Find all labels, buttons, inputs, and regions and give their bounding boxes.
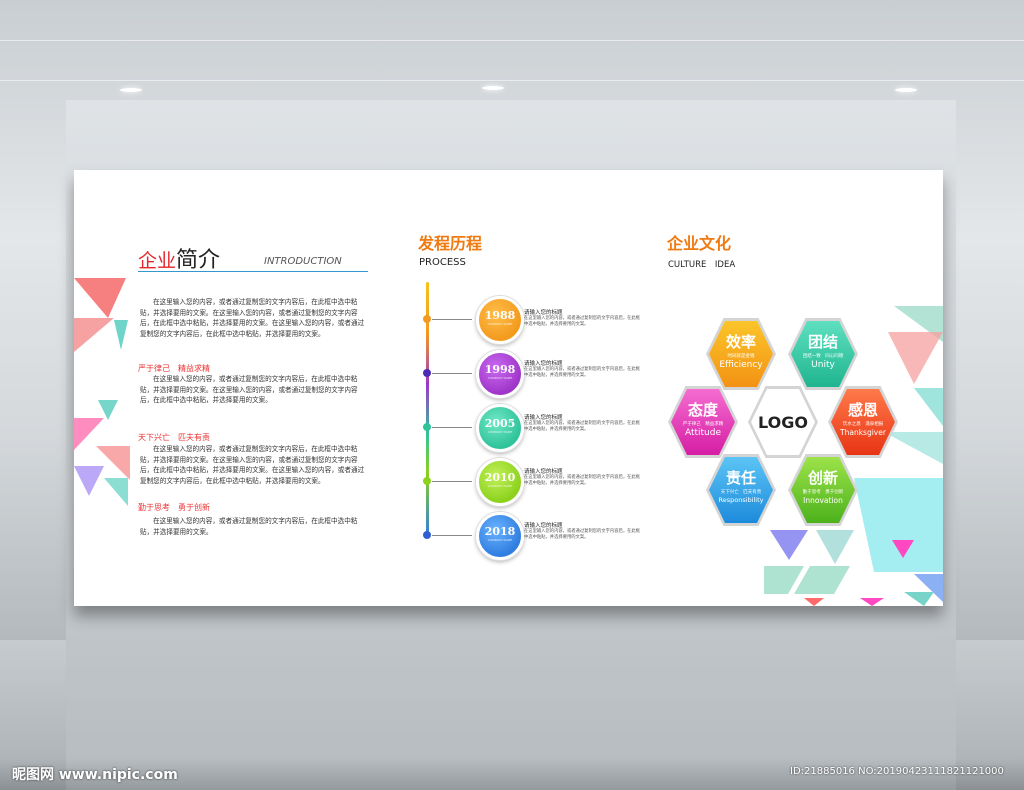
year-subtext: COMPANY NAME bbox=[487, 484, 513, 488]
process-subtitle: PROCESS bbox=[419, 257, 466, 268]
event-text: 在这里输入您的内容，或者通过复制您的文字内容后，在此框中选中粘贴，并选择要用的文… bbox=[524, 316, 641, 328]
year-text: 1998 bbox=[484, 363, 516, 376]
timeline-dot bbox=[423, 477, 431, 485]
value-motto: 时间就是金钱 bbox=[727, 354, 755, 359]
event-text: 在这里输入您的内容，或者通过复制您的文字内容后，在此框中选中粘贴，并选择要用的文… bbox=[524, 421, 641, 433]
ceiling-grid-line bbox=[0, 80, 1024, 81]
value-motto: 团结一致 同心同德 bbox=[802, 354, 844, 359]
timeline-connector bbox=[432, 319, 472, 320]
value-en: Attitude bbox=[684, 428, 722, 438]
year-text: 2005 bbox=[484, 417, 516, 430]
value-en: Responsibility bbox=[718, 496, 764, 504]
year-badge: 2005 COMPANY NAME bbox=[476, 404, 524, 452]
ceiling-light bbox=[482, 86, 504, 90]
intro-paragraph: 在这里输入您的内容，或者通过复制您的文字内容后，在此框中选中粘贴，并选择要用的文… bbox=[140, 445, 365, 486]
intro-motto: 天下兴亡 匹夫有责 bbox=[138, 433, 210, 442]
year-text: 2018 bbox=[484, 525, 516, 538]
intro-title-underline bbox=[138, 271, 368, 272]
value-motto: 严于律己 精益求精 bbox=[682, 422, 724, 427]
year-subtext: COMPANY NAME bbox=[487, 376, 513, 380]
value-en: Thanksgiver bbox=[840, 428, 886, 437]
timeline-dot bbox=[423, 423, 431, 431]
intro-motto: 勤于思考 勇于创新 bbox=[138, 503, 210, 512]
event-text: 在这里输入您的内容，或者通过复制您的文字内容后，在此框中选中粘贴，并选择要用的文… bbox=[524, 475, 641, 487]
value-zh: 感恩 bbox=[847, 401, 878, 419]
value-motto: 天下兴亡 匹夫有责 bbox=[720, 490, 762, 495]
intro-paragraph: 在这里输入您的内容，或者通过复制您的文字内容后，在此框中选中粘贴，并选择要用的文… bbox=[140, 298, 365, 339]
value-zh: 态度 bbox=[687, 401, 718, 419]
intro-title-red: 企业 bbox=[138, 250, 177, 272]
value-en: Efficiency bbox=[719, 360, 763, 370]
year-text: 2010 bbox=[484, 471, 516, 484]
timeline-connector bbox=[432, 481, 472, 482]
intro-paragraph: 在这里输入您的内容，或者通过复制您的文字内容后，在此框中选中粘贴，并选择要用的文… bbox=[140, 375, 358, 405]
year-subtext: COMPANY NAME bbox=[487, 430, 513, 434]
logo-text: LOGO bbox=[758, 413, 808, 432]
event-text: 在这里输入您的内容，或者通过复制您的文字内容后，在此框中选中粘贴，并选择要用的文… bbox=[524, 529, 641, 541]
display-board: 企业简介 INTRODUCTION 在这里输入您的内容，或者通过复制您的文字内容… bbox=[74, 170, 943, 606]
year-subtext: COMPANY NAME bbox=[487, 538, 513, 542]
timeline-connector bbox=[432, 535, 472, 536]
ceiling-light bbox=[895, 88, 917, 92]
value-zh: 团结 bbox=[807, 333, 838, 351]
ceiling-light bbox=[120, 88, 142, 92]
event-title: 请输入您的标题 bbox=[524, 310, 563, 316]
left-triangle-decoration bbox=[74, 278, 130, 506]
year-badge: 2018 COMPANY NAME bbox=[476, 512, 524, 560]
intro-motto: 严于律己 精益求精 bbox=[138, 364, 210, 373]
year-badge: 2010 COMPANY NAME bbox=[476, 458, 524, 506]
value-motto: 饮水之恩 涌泉相报 bbox=[842, 422, 884, 427]
year-subtext: COMPANY NAME bbox=[487, 322, 513, 326]
culture-title: 企业文化 bbox=[667, 234, 732, 253]
culture-subtitle: CULTURE IDEA bbox=[668, 260, 736, 270]
value-zh: 创新 bbox=[807, 469, 838, 487]
process-title: 发程历程 bbox=[418, 234, 483, 253]
event-title: 请输入您的标题 bbox=[524, 469, 563, 475]
intro-title-black: 简介 bbox=[176, 248, 221, 273]
year-badge: 1998 COMPANY NAME bbox=[476, 350, 524, 398]
value-en: Innovation bbox=[803, 496, 843, 505]
timeline-dot bbox=[423, 531, 431, 539]
intro-paragraph: 在这里输入您的内容，或者通过复制您的文字内容后，在此框中选中粘贴，并选择要用的文… bbox=[140, 517, 358, 536]
timeline-connector bbox=[432, 427, 472, 428]
timeline-dot bbox=[423, 315, 431, 323]
ceiling-grid-line bbox=[0, 40, 1024, 41]
timeline-dot bbox=[423, 369, 431, 377]
intro-title: 企业简介 bbox=[138, 242, 220, 274]
value-zh: 效率 bbox=[725, 333, 756, 351]
event-title: 请输入您的标题 bbox=[524, 415, 563, 421]
value-motto: 勤于思考 勇于创新 bbox=[802, 490, 844, 495]
year-text: 1988 bbox=[484, 309, 516, 322]
event-title: 请输入您的标题 bbox=[524, 523, 563, 529]
year-badge: 1988 COMPANY NAME bbox=[476, 296, 524, 344]
watermark-left: 昵图网 www.nipic.com bbox=[12, 767, 178, 783]
value-hex-attitude: 态度严于律己 精益求精 Attitude bbox=[668, 386, 738, 458]
value-en: Unity bbox=[811, 360, 835, 370]
value-zh: 责任 bbox=[725, 469, 756, 487]
event-title: 请输入您的标题 bbox=[524, 361, 563, 367]
intro-title-en: INTRODUCTION bbox=[264, 256, 342, 267]
event-text: 在这里输入您的内容，或者通过复制您的文字内容后，在此框中选中粘贴，并选择要用的文… bbox=[524, 367, 641, 379]
timeline-connector bbox=[432, 373, 472, 374]
watermark-right: ID:21885016 NO:20190423111821121000 bbox=[790, 766, 1004, 777]
